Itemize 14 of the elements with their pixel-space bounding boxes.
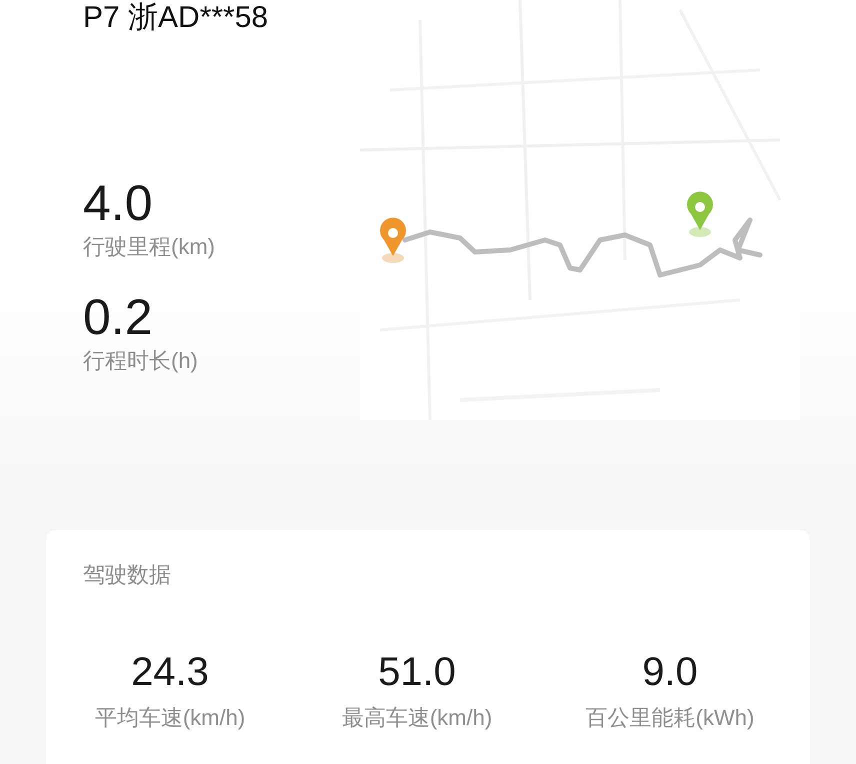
start-pin-icon <box>380 218 406 263</box>
card-title: 驾驶数据 <box>83 561 172 589</box>
vehicle-title: P7 浙AD***58 <box>83 0 270 36</box>
stat-label: 行驶里程(km) <box>83 233 216 261</box>
metric-value: 24.3 <box>131 649 209 696</box>
metric-label: 平均车速(km/h) <box>94 704 246 732</box>
metric-value: 9.0 <box>642 649 698 696</box>
end-pin-icon <box>687 192 713 237</box>
stat-value: 4.0 <box>83 174 154 232</box>
stat-value: 0.2 <box>83 288 154 346</box>
stat-label: 行程时长(h) <box>83 347 199 375</box>
metric-label: 百公里能耗(kWh) <box>586 704 754 732</box>
metric-label: 最高车速(km/h) <box>342 704 492 732</box>
metric-value: 51.0 <box>378 649 456 696</box>
